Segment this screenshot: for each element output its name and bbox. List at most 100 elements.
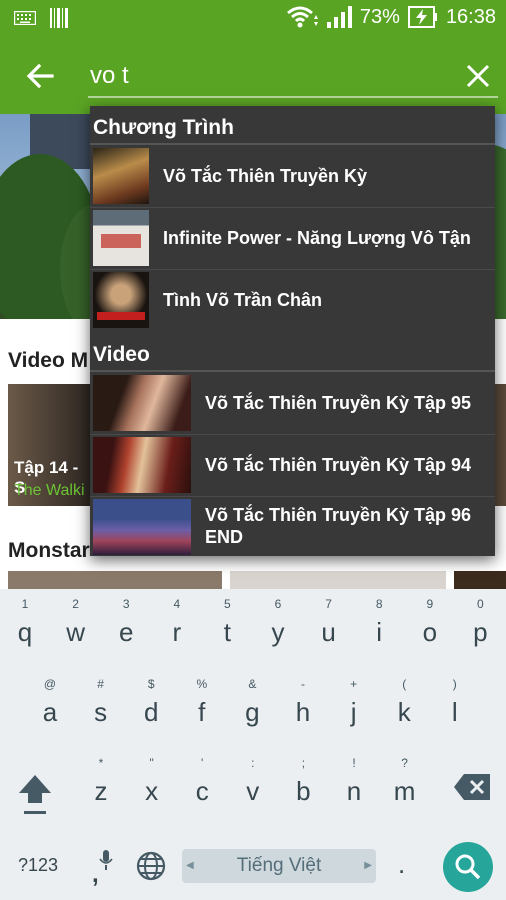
search-input[interactable] bbox=[90, 58, 440, 94]
key-p[interactable]: 0p bbox=[455, 597, 505, 647]
program-thumbnail bbox=[93, 210, 149, 266]
key-hint: # bbox=[97, 677, 104, 691]
key-u[interactable]: 7u bbox=[304, 597, 354, 647]
key-b[interactable]: ; b bbox=[278, 756, 328, 806]
search-icon bbox=[455, 854, 481, 880]
key-hint: + bbox=[350, 677, 358, 691]
key-s[interactable]: # s bbox=[76, 677, 126, 727]
key-label: i bbox=[376, 617, 383, 647]
video-card[interactable]: Tập 14 - S The Walki bbox=[8, 384, 90, 506]
key-label: t bbox=[223, 617, 231, 647]
suggestion-video[interactable]: Võ Tắc Thiên Truyền Kỳ Tập 94 bbox=[90, 434, 495, 496]
key-hint: 2 bbox=[72, 597, 79, 611]
search-suggestions: Chương Trình Võ Tắc Thiên Truyền Kỳ Infi… bbox=[90, 106, 495, 556]
key-hint: ? bbox=[401, 756, 408, 770]
key-label: k bbox=[397, 697, 411, 727]
section-title: Monstar bbox=[8, 539, 90, 562]
suggestion-title: Võ Tắc Thiên Truyền Kỳ Tập 95 bbox=[205, 393, 472, 413]
key-c[interactable]: ' c bbox=[177, 756, 227, 806]
key-o[interactable]: 9o bbox=[405, 597, 455, 647]
comma-mic-key[interactable]: , bbox=[92, 847, 118, 888]
wifi-icon bbox=[286, 6, 318, 28]
key-g[interactable]: & g bbox=[227, 677, 277, 727]
key-hint: ( bbox=[402, 677, 407, 691]
key-k[interactable]: (k bbox=[379, 677, 429, 727]
video-thumbnail bbox=[93, 499, 191, 555]
key-label: r bbox=[172, 617, 182, 647]
key-hint: 4 bbox=[173, 597, 181, 611]
battery-charging-icon bbox=[407, 6, 437, 28]
key-x[interactable]: " x bbox=[127, 756, 177, 806]
key-z[interactable]: * z bbox=[76, 756, 126, 806]
space-bar[interactable]: ◀ Tiếng Việt ▶ bbox=[182, 849, 376, 883]
suggestion-video[interactable]: Võ Tắc Thiên Truyền Kỳ Tập 95 bbox=[90, 372, 495, 434]
videos-header: Video bbox=[93, 343, 150, 366]
shift-icon[interactable] bbox=[16, 771, 54, 815]
key-hint: @ bbox=[43, 677, 57, 691]
key-label: s bbox=[94, 697, 108, 727]
key-hint: & bbox=[248, 677, 257, 691]
key-label: v bbox=[246, 776, 260, 806]
key-hint: $ bbox=[147, 677, 155, 691]
arrow-left-icon: ◀ bbox=[186, 860, 194, 871]
status-bar: 73% 16:38 bbox=[0, 0, 506, 36]
key-e[interactable]: 3e bbox=[101, 597, 151, 647]
key-hint: * bbox=[98, 756, 104, 770]
key-label: w bbox=[66, 617, 85, 647]
backspace-icon[interactable] bbox=[452, 772, 492, 802]
key-label: b bbox=[296, 776, 311, 806]
key-q[interactable]: 1q bbox=[0, 597, 50, 647]
key-j[interactable]: + j bbox=[329, 677, 379, 727]
key-h[interactable]: -h bbox=[278, 677, 328, 727]
space-label: Tiếng Việt bbox=[236, 855, 322, 876]
period-key[interactable]: . bbox=[398, 849, 405, 880]
key-hint: % bbox=[196, 677, 208, 691]
key-l[interactable]: ) l bbox=[430, 677, 480, 727]
suggestion-title: Infinite Power - Năng Lượng Vô Tận bbox=[163, 228, 471, 248]
key-v[interactable]: :v bbox=[228, 756, 278, 806]
key-hint: ! bbox=[352, 756, 356, 770]
program-thumbnail bbox=[93, 148, 149, 204]
video-card[interactable] bbox=[495, 384, 506, 506]
key-label: l bbox=[451, 697, 458, 727]
battery-percent: 73% bbox=[359, 5, 400, 28]
key-t[interactable]: 5t bbox=[202, 597, 252, 647]
video-thumbnail bbox=[93, 437, 191, 493]
suggestion-title: Võ Tắc Thiên Truyền Kỳ bbox=[163, 166, 368, 186]
barcode-notification-icon bbox=[50, 8, 68, 28]
key-n[interactable]: ! n bbox=[329, 756, 379, 806]
suggestion-program[interactable]: Infinite Power - Năng Lượng Vô Tận bbox=[90, 207, 495, 269]
globe-icon[interactable] bbox=[136, 851, 166, 881]
video-card[interactable] bbox=[454, 571, 506, 589]
key-y[interactable]: 6y bbox=[253, 597, 303, 647]
key-m[interactable]: ? m bbox=[380, 756, 430, 806]
video-thumbnail bbox=[93, 375, 191, 431]
microphone-icon bbox=[99, 850, 113, 870]
key-r[interactable]: 4r bbox=[152, 597, 202, 647]
key-label: a bbox=[42, 697, 58, 727]
card-show: The Walki bbox=[14, 482, 85, 499]
key-label: d bbox=[143, 697, 159, 727]
back-arrow-icon[interactable] bbox=[22, 58, 58, 94]
clear-icon[interactable] bbox=[462, 60, 494, 92]
key-hint: 3 bbox=[122, 597, 130, 611]
key-hint: 5 bbox=[224, 597, 231, 611]
search-key[interactable] bbox=[443, 842, 493, 892]
key-w[interactable]: 2w bbox=[51, 597, 101, 647]
suggestion-program[interactable]: Tình Võ Trần Chân bbox=[90, 269, 495, 331]
key-i[interactable]: 8i bbox=[354, 597, 404, 647]
key-label: j bbox=[350, 697, 357, 727]
suggestion-program[interactable]: Võ Tắc Thiên Truyền Kỳ bbox=[90, 145, 495, 207]
key-label: c bbox=[195, 776, 209, 806]
key-d[interactable]: $ d bbox=[126, 677, 176, 727]
video-card[interactable] bbox=[8, 571, 222, 589]
symbols-key[interactable]: ?123 bbox=[18, 855, 58, 876]
key-hint: 8 bbox=[375, 597, 383, 611]
key-a[interactable]: @ a bbox=[25, 677, 75, 727]
key-label: x bbox=[145, 776, 159, 806]
suggestion-video[interactable]: Võ Tắc Thiên Truyền Kỳ Tập 96 END bbox=[90, 496, 495, 556]
video-card[interactable] bbox=[230, 571, 446, 589]
key-f[interactable]: % f bbox=[177, 677, 227, 727]
key-hint: 1 bbox=[21, 597, 29, 611]
section-title: Video M bbox=[8, 349, 89, 372]
